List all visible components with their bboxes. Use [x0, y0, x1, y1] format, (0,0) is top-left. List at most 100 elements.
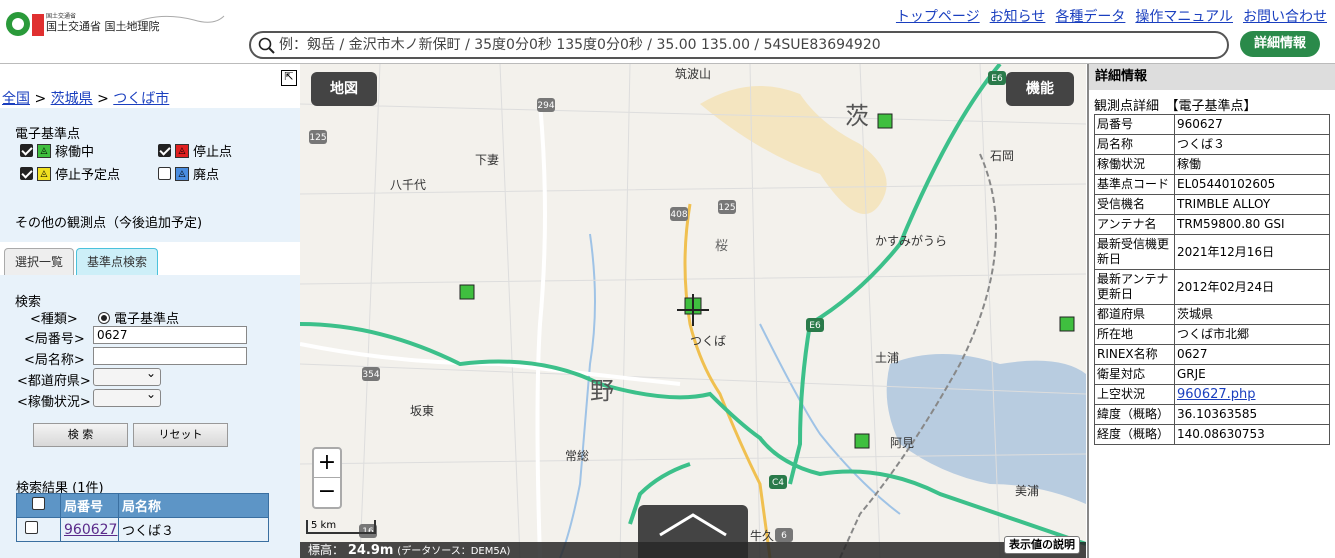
detail-info-button[interactable]: 詳細情報 — [1240, 31, 1320, 57]
search-panel: 検索 <種類> 電子基準点 <局番号> <局名称> <都道府県> <稼働状況> … — [0, 275, 300, 558]
scale-bar: 5 km — [306, 520, 376, 534]
detail-value-cell: TRIMBLE ALLOY — [1174, 194, 1330, 215]
shield-e6: E6 — [809, 321, 821, 331]
detail-row: 緯度（概略） 36.10363585 — [1094, 404, 1330, 425]
detail-key: アンテナ名 — [1094, 214, 1175, 235]
arrow-up-left-icon: ⇱ — [284, 70, 294, 83]
detail-key: 上空状況 — [1094, 384, 1175, 405]
checkbox-stopped[interactable] — [158, 144, 171, 157]
detail-value-cell: 0627 — [1174, 344, 1330, 365]
link-data[interactable]: 各種データ — [1055, 6, 1125, 26]
search-input[interactable] — [279, 36, 1219, 54]
station-no-label: <局番号> — [24, 332, 85, 347]
label-tsukubasan: 筑波山 — [675, 66, 711, 81]
legend-stopped[interactable]: ◬ 停止点 — [158, 141, 232, 160]
reset-button[interactable]: リセット — [133, 423, 228, 447]
detail-row: 上空状況 960627.php — [1094, 384, 1330, 405]
header: 国土交通省 国土交通省 国土地理院 トップページ お知らせ 各種データ 操作マニ… — [0, 0, 1335, 64]
prefecture-label: <都道府県> — [17, 374, 91, 389]
type-radio-label: 電子基準点 — [114, 312, 180, 327]
legend-abolished-label: 廃点 — [193, 168, 220, 183]
checkbox-abolished[interactable] — [158, 167, 171, 180]
gsi-logo[interactable]: 国土交通省 国土交通省 国土地理院 — [4, 6, 226, 42]
detail-value-cell: 960627 — [1174, 114, 1330, 135]
legend-abolished[interactable]: ◬ 廃点 — [158, 164, 219, 183]
detail-value-cell: 36.10363585 — [1174, 404, 1330, 425]
collapse-panel-button[interactable]: ⇱ — [281, 70, 297, 86]
row-checkbox[interactable] — [25, 521, 38, 534]
zoom-in-button[interactable]: + — [314, 449, 340, 478]
station-name-input[interactable] — [93, 347, 247, 365]
zoom-out-button[interactable]: − — [314, 478, 340, 507]
link-news[interactable]: お知らせ — [990, 6, 1046, 26]
label-yachiyo: 八千代 — [390, 178, 426, 192]
detail-key: 所在地 — [1094, 324, 1175, 345]
shield-354: 354 — [362, 370, 379, 380]
detail-key: 緯度（概略） — [1094, 404, 1175, 425]
select-all-checkbox[interactable] — [32, 497, 45, 510]
label-miho: 美浦 — [1015, 484, 1039, 498]
detail-value-cell: 2012年02月24日 — [1174, 269, 1330, 305]
logo-text-small: 国土交通省 — [46, 12, 76, 20]
detail-value-cell: 960627.php — [1174, 384, 1330, 405]
legend-box: 電子基準点 ◬ 稼働中 ◬ 停止点 ◬ 停止予定点 ◬ 廃点 その他の観測点（今… — [0, 108, 300, 242]
detail-row: 稼働状況 稼働 — [1094, 154, 1330, 175]
status-select[interactable] — [93, 387, 161, 407]
sky-view-link[interactable]: 960627.php — [1177, 387, 1256, 402]
detail-value-cell: つくば３ — [1174, 134, 1330, 155]
detail-value-cell: 茨城県 — [1174, 304, 1330, 325]
breadcrumb-tsukuba[interactable]: つくば市 — [113, 91, 169, 107]
checkbox-planned-stop[interactable] — [20, 167, 33, 180]
map-canvas[interactable]: 筑波山 下妻 八千代 石岡 かすみがうら つくば 土浦 坂東 常総 阿見 美浦 … — [300, 64, 1086, 558]
stopped-station-icon: ◬ — [175, 143, 189, 158]
checkbox-active[interactable] — [20, 144, 33, 157]
shield-6: 6 — [781, 531, 787, 541]
function-button[interactable]: 機能 — [1006, 72, 1074, 106]
type-label: <種類> — [30, 312, 78, 327]
type-radio[interactable]: 電子基準点 — [98, 308, 179, 327]
prefecture-select[interactable] — [93, 366, 161, 386]
breadcrumb-ibaraki[interactable]: 茨城県 — [51, 91, 93, 107]
shield-294: 294 — [537, 101, 554, 111]
detail-value-cell: TRM59800.80 GSI — [1174, 214, 1330, 235]
link-top-page[interactable]: トップページ — [896, 6, 980, 26]
row-station-no-link[interactable]: 960627 — [64, 522, 117, 538]
tab-station-search[interactable]: 基準点検索 — [76, 248, 159, 275]
search-button[interactable]: 検 索 — [33, 423, 128, 447]
row-station-no-cell: 960627 — [60, 517, 119, 542]
legend-title: 電子基準点 — [15, 127, 81, 142]
link-contact[interactable]: お問い合わせ — [1243, 6, 1327, 26]
detail-key: 経度（概略） — [1094, 424, 1175, 445]
detail-value-cell: GRJE — [1174, 364, 1330, 385]
station-no-input[interactable] — [93, 326, 247, 344]
map-view[interactable]: 筑波山 下妻 八千代 石岡 かすみがうら つくば 土浦 坂東 常総 阿見 美浦 … — [300, 64, 1086, 558]
elevation-bar: 標高： 24.9m (データソース：DEM5A) — [300, 542, 1086, 558]
map-layer-button[interactable]: 地図 — [311, 72, 377, 106]
link-manual[interactable]: 操作マニュアル — [1135, 6, 1233, 26]
label-ibaraki-big: 茨 — [845, 102, 869, 130]
label-ishioka: 石岡 — [990, 149, 1014, 163]
legend-stopped-label: 停止点 — [193, 145, 233, 160]
row-station-name: つくば３ — [118, 517, 269, 542]
breadcrumb-zenkoku[interactable]: 全国 — [2, 91, 30, 107]
detail-table: 局番号 960627 局名称 つくば３ 稼働状況 稼働 基準点コード EL0544010260… — [1094, 114, 1330, 445]
elevation-value: 24.9m — [347, 543, 394, 558]
elevation-source: (データソース：DEM5A) — [397, 546, 511, 557]
tab-selection-list[interactable]: 選択一覧 — [4, 248, 75, 275]
results-header-row: 局番号 局名称 — [16, 493, 269, 518]
label-tsukuba: つくば — [690, 334, 726, 348]
legend-planned-stop[interactable]: ◬ 停止予定点 — [20, 164, 120, 183]
detail-panel-title: 観測点詳細 【電子基準点】 — [1094, 99, 1257, 114]
shield-e6-north: E6 — [991, 74, 1003, 84]
zoom-control: + − — [312, 447, 342, 509]
label-joso: 常総 — [565, 449, 589, 463]
detail-row: 受信機名 TRIMBLE ALLOY — [1094, 194, 1330, 215]
detail-row: 最新受信機更新日 2021年12月16日 — [1094, 234, 1330, 270]
legend-active[interactable]: ◬ 稼働中 — [20, 141, 94, 160]
radio-icon[interactable] — [98, 311, 110, 324]
elevation-label: 標高： — [308, 543, 345, 557]
detail-value-cell: EL05440102605 — [1174, 174, 1330, 195]
value-explain-button[interactable]: 表示値の説明 — [1004, 536, 1080, 554]
breadcrumb: 全国 > 茨城県 > つくば市 — [2, 88, 169, 108]
status-label: <稼働状況> — [17, 395, 91, 410]
